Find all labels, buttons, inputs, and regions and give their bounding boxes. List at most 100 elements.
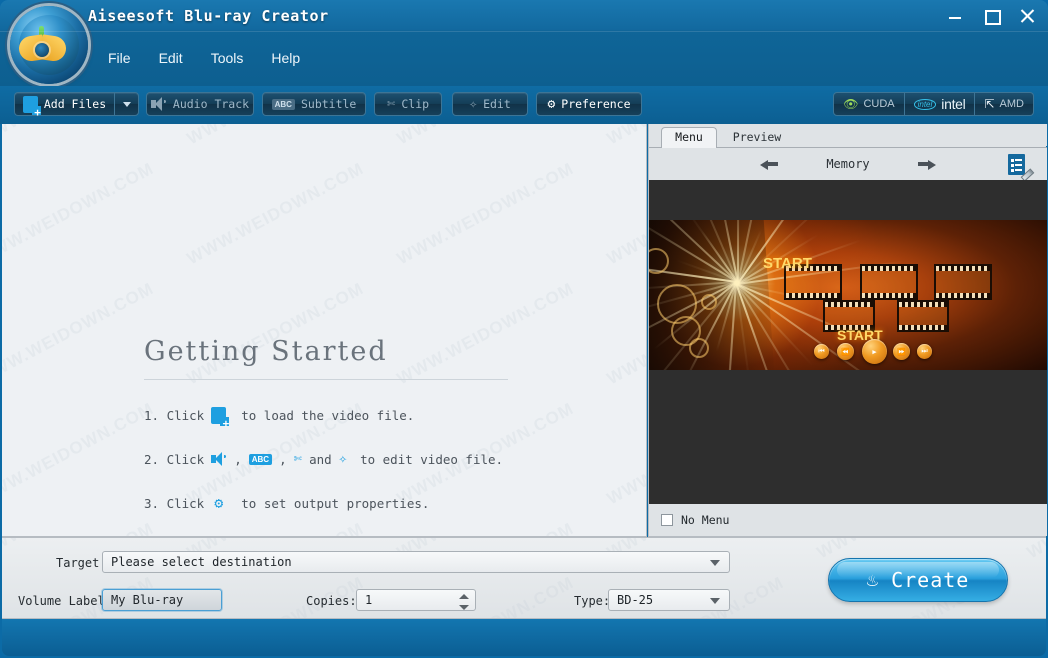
step-2-sep-3: and bbox=[309, 452, 332, 467]
menu-item-edit[interactable]: Edit bbox=[147, 46, 195, 70]
volume-label-value: My Blu-ray bbox=[111, 593, 183, 607]
clip-button[interactable]: ✄ Clip bbox=[374, 92, 442, 116]
copies-input[interactable]: 1 bbox=[356, 589, 476, 611]
type-value: BD-25 bbox=[617, 593, 653, 607]
menu-thumbnail[interactable] bbox=[934, 264, 992, 300]
menu-start-label: START bbox=[763, 255, 812, 272]
maximize-icon[interactable] bbox=[980, 5, 1002, 27]
sparkle-icon: ✧ bbox=[339, 451, 347, 467]
menu-thumbnail[interactable] bbox=[897, 300, 949, 332]
flame-icon: ♨ bbox=[867, 569, 879, 591]
abc-icon: ABC bbox=[249, 454, 272, 465]
template-navigation: Memory bbox=[649, 148, 1047, 180]
step-1-number: 1. Click bbox=[144, 408, 204, 423]
template-name: Memory bbox=[783, 157, 913, 171]
cuda-button[interactable]: 👁 CUDA bbox=[833, 92, 904, 116]
edit-document-icon[interactable] bbox=[1007, 152, 1033, 178]
menu-item-tools[interactable]: Tools bbox=[199, 46, 256, 70]
add-file-icon bbox=[23, 96, 38, 113]
cuda-label: CUDA bbox=[863, 98, 894, 110]
gear-icon: ⚙ bbox=[547, 97, 555, 112]
file-list-panel[interactable]: WWW.WEIDOWN.COMWWW.WEIDOWN.COMWWW.WEIDOW… bbox=[2, 124, 647, 537]
target-destination-select[interactable]: Please select destination bbox=[102, 551, 730, 573]
step-2-sep-1: , bbox=[234, 452, 242, 467]
menu-item-help[interactable]: Help bbox=[259, 46, 312, 70]
add-files-button[interactable]: Add Files bbox=[14, 92, 114, 116]
disc-type-select[interactable]: BD-25 bbox=[608, 589, 730, 611]
skip-start-icon[interactable]: ⏮ bbox=[814, 344, 829, 359]
volume-label-input[interactable]: My Blu-ray bbox=[102, 589, 222, 611]
step-1-text: to load the video file. bbox=[241, 408, 414, 423]
rewind-icon[interactable]: ⏪ bbox=[837, 343, 854, 360]
target-value: Please select destination bbox=[111, 555, 292, 569]
tab-menu[interactable]: Menu bbox=[661, 127, 717, 148]
skip-end-icon[interactable]: ⏭ bbox=[917, 344, 932, 359]
no-menu-row: No Menu bbox=[649, 504, 1047, 536]
step-3-text: to set output properties. bbox=[241, 496, 429, 511]
minimize-icon[interactable] bbox=[944, 5, 966, 27]
intel-label: intel bbox=[941, 96, 965, 112]
chevron-down-icon bbox=[710, 598, 720, 604]
step-2-text: to edit video file. bbox=[360, 452, 503, 467]
amd-label: AMD bbox=[1000, 98, 1024, 110]
hardware-acceleration-group: 👁 CUDA intel intel ⇱ AMD bbox=[833, 92, 1034, 116]
getting-started-step-1: 1. Click to load the video file. bbox=[144, 407, 574, 424]
menu-thumbnail[interactable] bbox=[860, 264, 918, 300]
create-button[interactable]: ♨ Create bbox=[828, 558, 1008, 602]
dvd-menu-preview[interactable]: STARTSTART⏮⏪▶⏩⏭ bbox=[649, 220, 1047, 370]
add-files-label: Add Files bbox=[44, 97, 106, 111]
spinner-updown-icon[interactable] bbox=[459, 594, 469, 610]
arrow-left-icon[interactable] bbox=[757, 155, 783, 173]
menu-item-file[interactable]: File bbox=[96, 46, 143, 70]
intel-button[interactable]: intel intel bbox=[905, 92, 976, 116]
add-file-icon bbox=[211, 407, 226, 424]
status-bar bbox=[2, 619, 1046, 656]
step-3-number: 3. Click bbox=[144, 496, 204, 511]
preference-button[interactable]: ⚙ Preference bbox=[536, 92, 642, 116]
getting-started-step-2: 2. Click , ABC , ✄ and ✧ to edit video f… bbox=[144, 451, 574, 467]
no-menu-label: No Menu bbox=[681, 513, 729, 527]
close-icon[interactable] bbox=[1016, 5, 1038, 27]
abc-icon: ABC bbox=[272, 99, 295, 110]
volume-label-label: Volume Label: bbox=[18, 594, 112, 608]
application-window: Aiseesoft Blu-ray Creator File Edit Tool… bbox=[0, 0, 1048, 658]
step-2-sep-2: , bbox=[279, 452, 287, 467]
arrow-right-icon[interactable] bbox=[913, 155, 939, 173]
audio-track-button[interactable]: Audio Track bbox=[146, 92, 254, 116]
tab-preview[interactable]: Preview bbox=[723, 127, 791, 148]
getting-started-title: Getting Started bbox=[144, 336, 574, 367]
intel-icon: intel bbox=[914, 99, 937, 110]
tab-bar: Menu Preview bbox=[649, 124, 1047, 146]
type-label: Type: bbox=[574, 594, 610, 608]
preview-letterbox-top bbox=[649, 180, 1047, 220]
amd-button[interactable]: ⇱ AMD bbox=[975, 92, 1034, 116]
sparkle-icon: ✧ bbox=[469, 97, 477, 112]
preview-letterbox-bottom bbox=[649, 370, 1047, 504]
chevron-down-icon bbox=[123, 102, 131, 107]
amd-icon: ⇱ bbox=[984, 97, 994, 111]
clip-label: Clip bbox=[401, 97, 429, 111]
getting-started-step-3: 3. Click ⚙ to set output properties. bbox=[144, 494, 574, 512]
edit-button[interactable]: ✧ Edit bbox=[452, 92, 528, 116]
chevron-down-icon bbox=[710, 560, 720, 566]
subtitle-button[interactable]: ABC Subtitle bbox=[262, 92, 366, 116]
getting-started-panel: Getting Started 1. Click to load the vid… bbox=[144, 336, 574, 537]
copies-value: 1 bbox=[365, 593, 372, 607]
speaker-icon bbox=[151, 97, 167, 111]
scissors-icon: ✄ bbox=[387, 96, 395, 112]
subtitle-label: Subtitle bbox=[301, 97, 356, 111]
menu-bar: File Edit Tools Help bbox=[96, 46, 312, 70]
menu-panel: Menu Preview Memory STARTSTART bbox=[648, 124, 1046, 537]
no-menu-checkbox[interactable] bbox=[661, 514, 673, 526]
app-title: Aiseesoft Blu-ray Creator bbox=[88, 7, 329, 25]
edit-label: Edit bbox=[483, 97, 511, 111]
fast-forward-icon[interactable]: ⏩ bbox=[893, 343, 910, 360]
nvidia-cuda-icon: 👁 bbox=[843, 97, 858, 111]
divider bbox=[144, 379, 508, 380]
title-bar: Aiseesoft Blu-ray Creator File Edit Tool… bbox=[0, 0, 1048, 86]
play-icon[interactable]: ▶ bbox=[862, 339, 887, 364]
preference-label: Preference bbox=[561, 97, 630, 111]
add-files-dropdown-button[interactable] bbox=[114, 92, 139, 116]
create-button-label: Create bbox=[891, 568, 969, 592]
copies-label: Copies: bbox=[306, 594, 357, 608]
